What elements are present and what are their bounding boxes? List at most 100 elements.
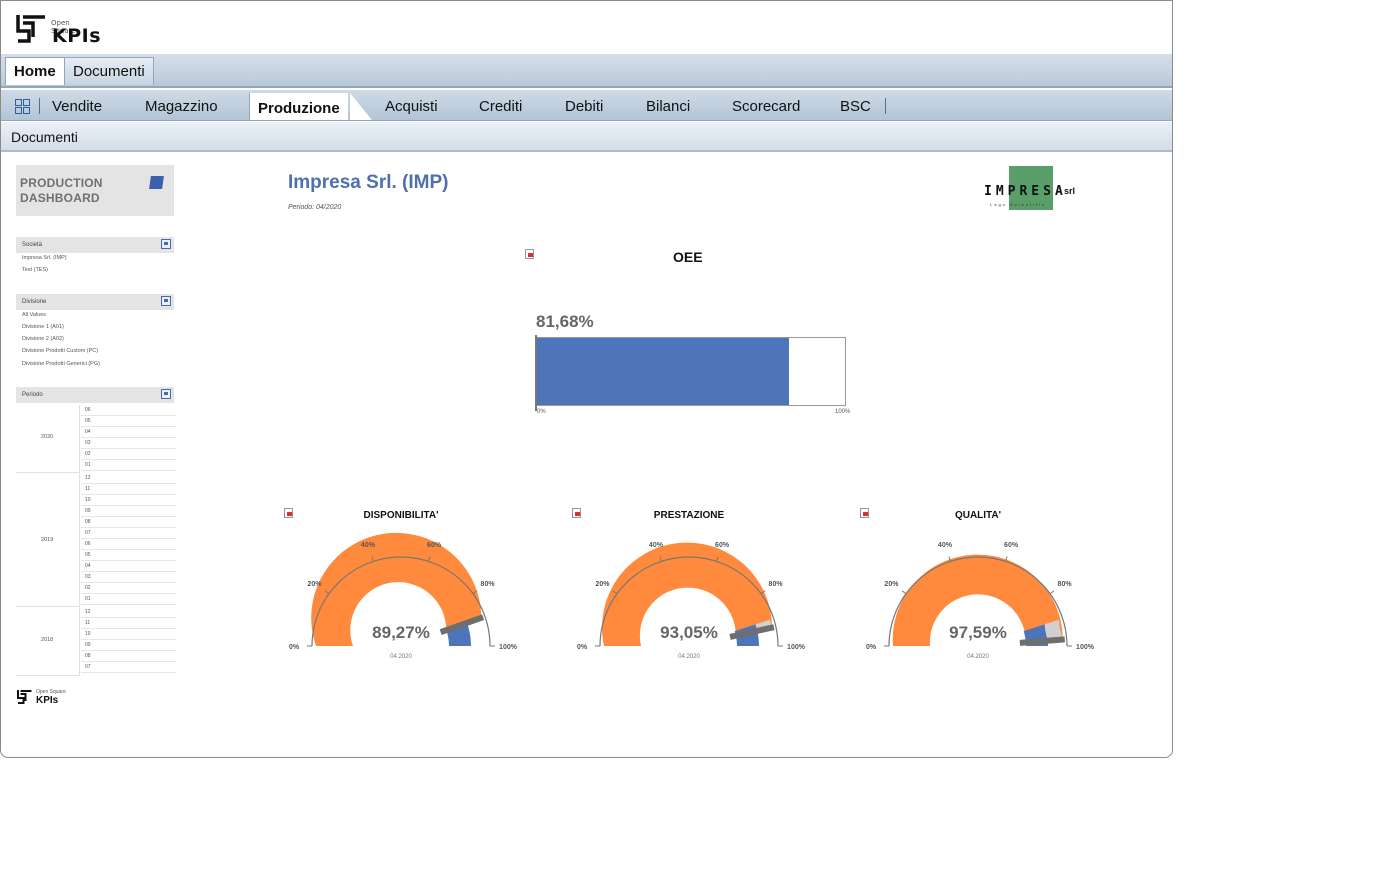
month-cell[interactable]: 05	[81, 416, 176, 427]
tab-debiti[interactable]: Debiti	[565, 90, 603, 120]
societa-save-icon[interactable]	[161, 239, 171, 249]
month-cell[interactable]: 01	[81, 594, 176, 605]
month-cell[interactable]: 12	[81, 473, 176, 484]
month-cell[interactable]: 07	[81, 662, 176, 673]
kpis-footer-logo-icon	[17, 690, 32, 704]
gauge-prestazione: PRESTAZIONE 0% 20% 40% 60% 80% 100% 93,05% 04.2…	[559, 501, 819, 671]
tab-bilanci[interactable]: Bilanci	[646, 90, 690, 120]
year-cell[interactable]: 2018	[16, 607, 80, 676]
tab-documenti[interactable]: Documenti	[64, 57, 154, 85]
export-icon[interactable]	[525, 249, 534, 259]
gauge-tick-label: 40%	[649, 542, 664, 549]
month-cell[interactable]: 07	[81, 528, 176, 539]
year-label: 2019	[41, 537, 54, 543]
gauge-tick-label: 20%	[595, 581, 610, 588]
list-item-divisione[interactable]: All Values	[22, 312, 46, 318]
gauge-tick	[1049, 590, 1055, 595]
list-item-divisione[interactable]: Divisione Prodotti Custom (PC)	[22, 348, 98, 354]
gauge-title: QUALITA'	[954, 510, 1002, 521]
gauge-tick-label: 100%	[787, 644, 806, 651]
divisione-header-label: Divisione	[22, 299, 47, 305]
month-label: 07	[85, 530, 91, 536]
month-cell[interactable]: 04	[81, 427, 176, 438]
month-cell[interactable]: 03	[81, 438, 176, 449]
year-cell[interactable]: 2020	[16, 405, 80, 473]
month-cell[interactable]: 11	[81, 618, 176, 629]
month-label: 02	[85, 585, 91, 591]
month-cell[interactable]: 05	[81, 550, 176, 561]
tab-crediti[interactable]: Crediti	[479, 90, 522, 120]
tab-home-label: Home	[14, 63, 56, 80]
month-cell[interactable]: 02	[81, 449, 176, 460]
tab-scorecard[interactable]: Scorecard	[732, 90, 800, 120]
month-cell[interactable]: 04	[81, 561, 176, 572]
production-dashboard-box: PRODUCTION DASHBOARD	[16, 165, 174, 216]
month-label: 06	[85, 541, 91, 547]
gauge-period-label: 04.2020	[967, 654, 989, 660]
month-cell[interactable]: 06	[81, 405, 176, 416]
tab-home[interactable]: Home	[5, 57, 65, 85]
month-label: 02	[85, 451, 91, 457]
tab-magazzino[interactable]: Magazzino	[145, 90, 218, 120]
month-cell[interactable]: 10	[81, 495, 176, 506]
divisione-save-icon[interactable]	[161, 296, 171, 306]
list-item-societa[interactable]: Impresa Srl. (IMP)	[22, 255, 67, 261]
month-label: 09	[85, 508, 91, 514]
societa-header-label: Società	[22, 242, 43, 248]
month-label: 06	[85, 407, 91, 413]
periodo-panel-header: Periodo	[16, 387, 174, 403]
tab-separator	[39, 98, 40, 114]
top-tab-bar: Home Documenti	[1, 54, 1172, 88]
gauge-tick-label: 0%	[577, 644, 588, 651]
tab-vendite[interactable]: Vendite	[52, 90, 102, 120]
month-cell[interactable]: 08	[81, 517, 176, 528]
grid-icon[interactable]	[15, 99, 30, 114]
month-cell[interactable]: 03	[81, 572, 176, 583]
month-cell[interactable]: 11	[81, 484, 176, 495]
gauge-tick-label: 0%	[289, 644, 300, 651]
documenti-subbar[interactable]: Documenti	[1, 122, 1172, 152]
tab-bsc[interactable]: BSC	[840, 90, 871, 120]
module-tab-bar: Vendite Magazzino Produzione Acquisti Cr…	[1, 90, 1172, 121]
tab-acquisti[interactable]: Acquisti	[385, 90, 438, 120]
kpis-logo-icon	[16, 15, 45, 43]
tab-produzione[interactable]: Produzione	[249, 93, 348, 120]
gauge-tick-label: 80%	[769, 581, 784, 588]
list-item-divisione[interactable]: Divisione 2 (A02)	[22, 336, 64, 342]
list-item-divisione[interactable]: Divisione 1 (A01)	[22, 324, 64, 330]
periodo-save-icon[interactable]	[161, 389, 171, 399]
footer-logo: Open Square KPIs	[16, 689, 66, 710]
month-cell[interactable]: 09	[81, 506, 176, 517]
month-label: 09	[85, 642, 91, 648]
month-label: 07	[85, 664, 91, 670]
month-label: 03	[85, 574, 91, 580]
tab-separator-end	[885, 98, 886, 114]
month-cell[interactable]: 06	[81, 539, 176, 550]
month-cell[interactable]: 01	[81, 460, 176, 471]
month-cell[interactable]: 08	[81, 651, 176, 662]
month-label: 08	[85, 519, 91, 525]
year-cell[interactable]: 2019	[16, 473, 80, 607]
month-cell[interactable]: 09	[81, 640, 176, 651]
gauge-tick-label: 0%	[866, 644, 877, 651]
month-cell[interactable]: 12	[81, 607, 176, 618]
month-label: 12	[85, 475, 91, 481]
month-label: 01	[85, 462, 91, 468]
impresa-logo-sub: Lago Scientific	[990, 202, 1047, 207]
subbar-label: Documenti	[11, 129, 78, 145]
month-label: 04	[85, 429, 91, 435]
tab-documenti-label: Documenti	[73, 63, 145, 80]
month-cell[interactable]: 10	[81, 629, 176, 640]
oee-axis	[535, 335, 537, 411]
gauge-title: PRESTAZIONE	[653, 510, 725, 521]
list-item-societa[interactable]: Test (TES)	[22, 267, 48, 273]
gauge-tick-label: 60%	[715, 542, 730, 549]
list-item-divisione[interactable]: Divisione Prodotti Generici (PG)	[22, 361, 100, 367]
month-label: 08	[85, 653, 91, 659]
month-cell[interactable]: 02	[81, 583, 176, 594]
production-dashboard-title: PRODUCTION DASHBOARD	[20, 176, 103, 205]
gauge-disponibilita: DISPONIBILITA' 0% 20% 40% 60% 80% 100% 89,27% 0…	[271, 501, 531, 671]
month-label: 11	[85, 486, 91, 492]
impresa-logo: IMPRESA srl Lago Scientific	[984, 166, 1084, 211]
footer-logo-big: KPIs	[36, 695, 59, 706]
